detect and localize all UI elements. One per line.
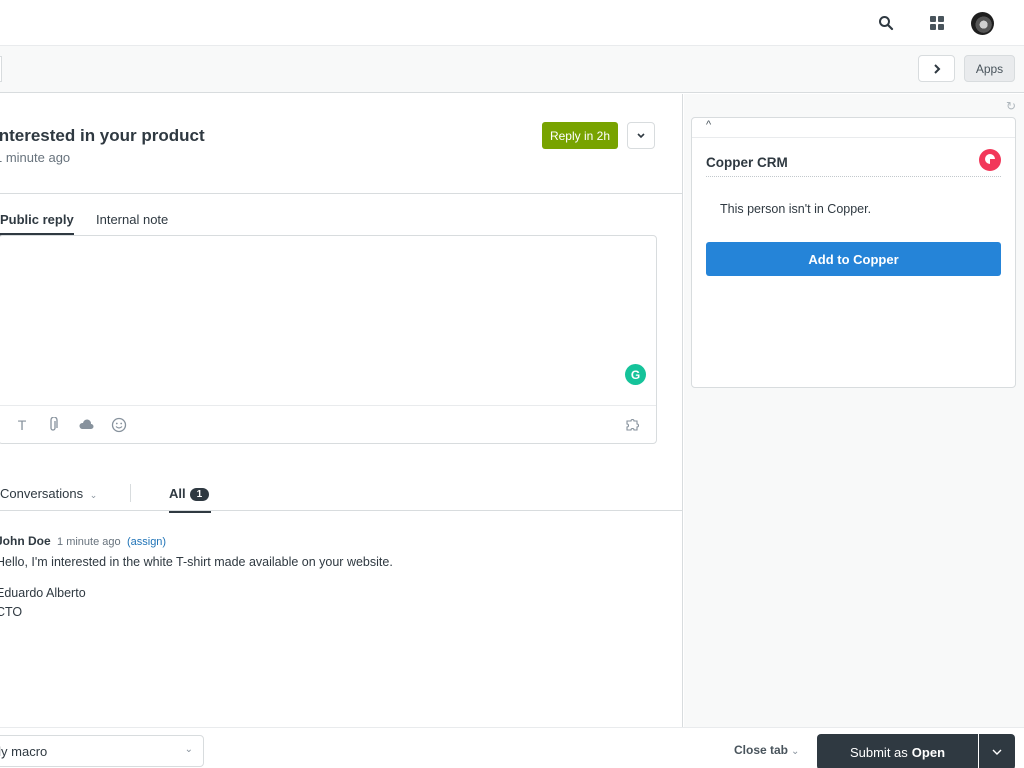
reply-editor: G T — [0, 235, 657, 444]
apps-sidebar: ↻ ^ Copper CRM This person isn't in Copp… — [684, 94, 1024, 727]
all-tab-label: All — [169, 486, 186, 501]
top-bar — [0, 0, 1024, 46]
conversations-filter-label: Conversations — [0, 486, 84, 501]
ticket-timestamp: 1 minute ago — [0, 150, 71, 165]
sla-badge[interactable]: Reply in 2h — [542, 122, 618, 149]
grammarly-icon[interactable]: G — [625, 364, 646, 385]
ticket-title: Interested in your product — [0, 126, 205, 145]
divider — [130, 484, 131, 502]
message-body-line: Hello, I'm interested in the white T-shi… — [0, 555, 393, 569]
divider — [0, 193, 683, 194]
conversations-filter[interactable]: Conversations ⌄ — [0, 486, 97, 501]
toolbar-left-button[interactable] — [0, 56, 2, 82]
attachment-icon[interactable] — [43, 415, 63, 435]
footer-bar: Apply macro ⌄ Close tab⌄ Submit asOpen — [0, 727, 1024, 768]
copper-logo-icon — [979, 149, 1001, 171]
ticket-main: Interested in your product 1 minute ago … — [0, 94, 683, 727]
add-to-copper-button[interactable]: Add to Copper — [706, 242, 1001, 276]
macro-select-value: Apply macro — [0, 743, 48, 759]
chevron-down-icon: ⌄ — [791, 746, 800, 757]
apps-button[interactable]: Apps — [964, 55, 1015, 82]
close-tab-dropdown[interactable]: Close tab ⌄ — [734, 743, 799, 757]
text-format-icon[interactable]: T — [12, 415, 32, 435]
next-button[interactable] — [918, 55, 955, 82]
assign-link[interactable]: (assign) — [127, 536, 166, 548]
divider — [706, 176, 1001, 177]
search-icon[interactable] — [875, 12, 897, 34]
message-time: 1 minute ago — [57, 536, 121, 548]
tab-public-reply[interactable]: Public reply — [0, 212, 74, 236]
chevron-down-icon: ⌄ — [184, 744, 193, 755]
user-avatar[interactable] — [971, 12, 994, 35]
message-author[interactable]: John Doe — [0, 534, 51, 548]
chevron-up-icon: ^ — [706, 119, 712, 131]
ticket-toolbar: Apps — [0, 46, 1024, 93]
chevron-down-icon — [992, 749, 1002, 755]
app-title: Copper CRM — [706, 155, 788, 170]
submit-status: Open — [911, 744, 946, 760]
emoji-icon[interactable] — [109, 415, 129, 435]
cloud-icon[interactable] — [77, 415, 97, 435]
extension-puzzle-icon[interactable] — [624, 415, 644, 435]
chevron-down-icon — [637, 132, 645, 138]
submit-button[interactable]: Submit as Open — [817, 734, 978, 768]
divider — [0, 510, 683, 511]
close-tab-label: Close tab — [734, 743, 789, 757]
reply-textarea[interactable] — [0, 236, 656, 406]
count-badge: 1 — [189, 488, 210, 501]
tab-internal-note[interactable]: Internal note — [96, 212, 168, 233]
message-signature-title: CTO — [0, 605, 23, 619]
message-header: John Doe 1 minute ago (assign) — [0, 534, 166, 548]
submit-prefix: Submit as — [849, 744, 908, 760]
apps-grid-icon[interactable] — [926, 12, 948, 34]
message-signature-name: Eduardo Alberto — [0, 586, 86, 600]
ticket-options-dropdown[interactable] — [627, 122, 655, 149]
chevron-down-icon: ⌄ — [89, 490, 98, 500]
submit-options-dropdown[interactable] — [979, 734, 1015, 768]
collapse-app-button[interactable]: ^ — [692, 118, 1015, 138]
tab-all-conversations[interactable]: All 1 — [169, 486, 211, 513]
chevron-right-icon — [933, 63, 940, 74]
refresh-icon[interactable]: ↻ — [1004, 99, 1018, 113]
macro-select[interactable]: Apply macro ⌄ — [0, 735, 204, 767]
copper-crm-app: ^ Copper CRM This person isn't in Copper… — [691, 117, 1016, 388]
crm-status-text: This person isn't in Copper. — [720, 202, 872, 216]
